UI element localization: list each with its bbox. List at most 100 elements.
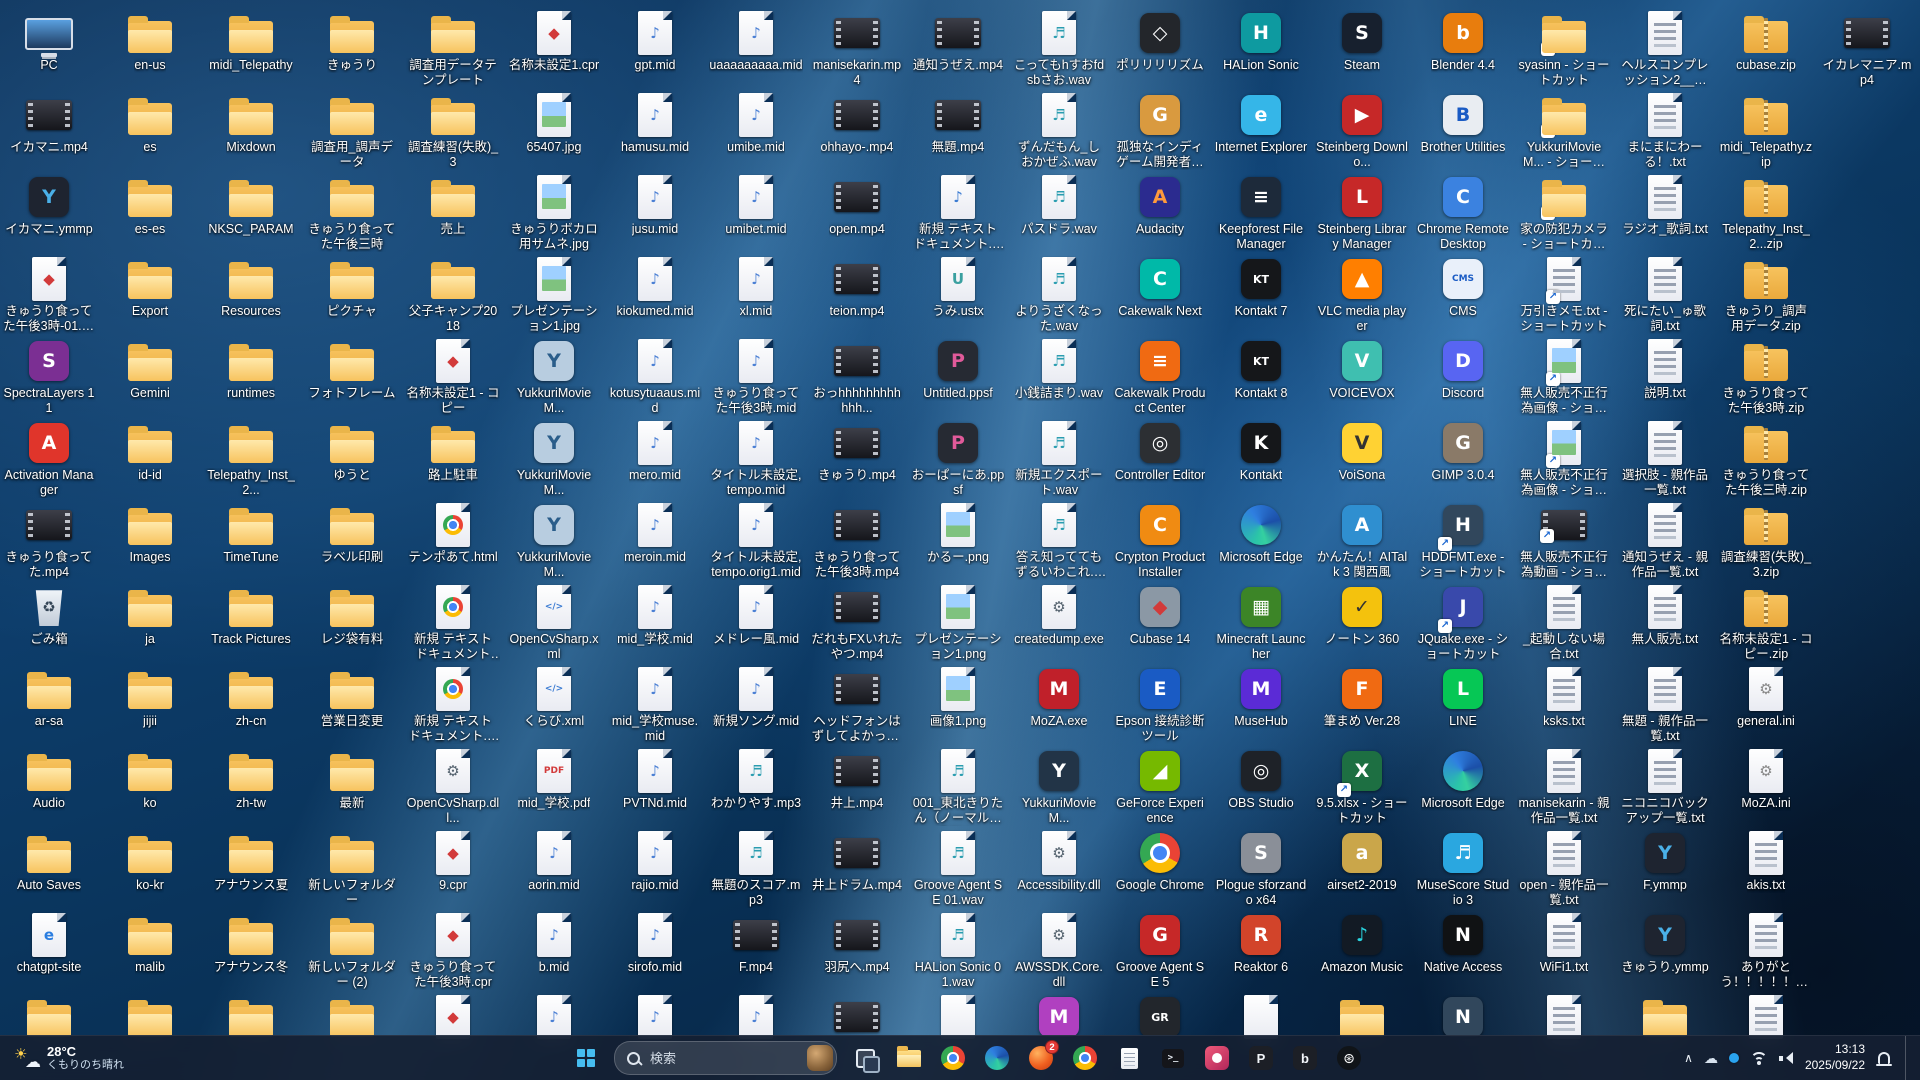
desktop-icon[interactable]: Telepathy_Inst_2...zip: [1719, 174, 1813, 256]
notification-bell-icon[interactable]: [1876, 1052, 1892, 1066]
desktop-icon[interactable]: イカマニ.mp4: [2, 92, 96, 174]
desktop-icon[interactable]: Mixdown: [204, 92, 298, 174]
desktop-icon[interactable]: 調査練習(失敗)_3.zip: [1719, 502, 1813, 584]
desktop-icon[interactable]: ♪ gpt.mid: [608, 10, 702, 92]
desktop-icon[interactable]: L LINE: [1416, 666, 1510, 748]
desktop-icon[interactable]: ◆ Cubase 14: [1113, 584, 1207, 666]
desktop-icon[interactable]: 死にたい_ゅ歌詞.txt: [1618, 256, 1712, 338]
desktop-icon[interactable]: _起動しない場合.txt: [1517, 584, 1611, 666]
desktop-icon[interactable]: akis.txt: [1719, 830, 1813, 912]
desktop-icon[interactable]: ♬ ずんだもん_しおかぜふ.wav: [1012, 92, 1106, 174]
desktop-icon[interactable]: 無題 - 親作品一覧.txt: [1618, 666, 1712, 748]
desktop-icon[interactable]: K Kontakt: [1214, 420, 1308, 502]
desktop-icon[interactable]: N Native Access: [1416, 912, 1510, 994]
desktop-icon[interactable]: きゅうり: [305, 10, 399, 92]
desktop-icon[interactable]: midi_Telepathy.zip: [1719, 92, 1813, 174]
desktop-icon[interactable]: ⚙ createdump.exe: [1012, 584, 1106, 666]
clock[interactable]: 13:13 2025/09/22: [1805, 1042, 1865, 1073]
desktop-icon[interactable]: PC: [2, 10, 96, 92]
desktop-icon[interactable]: まにまにわーる！.txt: [1618, 92, 1712, 174]
desktop-icon[interactable]: ◇ ポリリリリズム: [1113, 10, 1207, 92]
desktop-icon[interactable]: ▲ VLC media player: [1315, 256, 1409, 338]
desktop-icon[interactable]: H HALion Sonic: [1214, 10, 1308, 92]
taskbar-file-explorer-button[interactable]: [889, 1038, 929, 1078]
desktop-icon[interactable]: 調査練習(失敗)_3: [406, 92, 500, 174]
desktop-icon[interactable]: J ↗ JQuake.exe - ショートカット: [1416, 584, 1510, 666]
desktop-icon[interactable]: きゅうりボカロ用サムネ.jpg: [507, 174, 601, 256]
desktop-icon[interactable]: ▦ Minecraft Launcher: [1214, 584, 1308, 666]
onedrive-cloud-icon[interactable]: ☁: [1704, 1050, 1718, 1067]
desktop-icon[interactable]: かるー.png: [911, 502, 1005, 584]
desktop-icon[interactable]: P Untitled.ppsf: [911, 338, 1005, 420]
desktop-icon[interactable]: ♪ kiokumed.mid: [608, 256, 702, 338]
desktop-icon[interactable]: ♬ 無題のスコア.mp3: [709, 830, 803, 912]
desktop-icon[interactable]: ♬ MuseScore Studio 3: [1416, 830, 1510, 912]
desktop-icon[interactable]: Y YukkuriMovieM...: [507, 338, 601, 420]
desktop-icon[interactable]: ♪ aorin.mid: [507, 830, 601, 912]
desktop-icon[interactable]: open - 親作品一覧.txt: [1517, 830, 1611, 912]
desktop-icon[interactable]: Y YukkuriMovieM...: [1012, 748, 1106, 830]
desktop-icon[interactable]: ♪ umibet.mid: [709, 174, 803, 256]
desktop-icon[interactable]: ✓ ノートン 360: [1315, 584, 1409, 666]
search-highlight-image[interactable]: [807, 1045, 833, 1071]
desktop-icon[interactable]: 営業日変更: [305, 666, 399, 748]
desktop-icon[interactable]: cubase.zip: [1719, 10, 1813, 92]
desktop-icon[interactable]: manisekarin.mp4: [810, 10, 904, 92]
desktop-icon[interactable]: 羽尻へ.mp4: [810, 912, 904, 994]
desktop-icon[interactable]: ♪ 新規 テキスト ドキュメント.musicxml: [911, 174, 1005, 256]
desktop-icon[interactable]: B Brother Utilities: [1416, 92, 1510, 174]
desktop-icon[interactable]: Telepathy_Inst_2...: [204, 420, 298, 502]
desktop-icon[interactable]: ♪ xl.mid: [709, 256, 803, 338]
desktop-icon[interactable]: Y YukkuriMovieM...: [507, 502, 601, 584]
desktop-icon[interactable]: ↗無人販売不正行為画像 - ショートカット: [1517, 420, 1611, 502]
desktop-icon[interactable]: ♪ meroin.mid: [608, 502, 702, 584]
desktop-icon[interactable]: 調査用データテンプレート: [406, 10, 500, 92]
desktop-icon[interactable]: ♻ ごみ箱: [2, 584, 96, 666]
desktop-icon[interactable]: ♪ Amazon Music: [1315, 912, 1409, 994]
taskbar-terminal-button[interactable]: >_: [1153, 1038, 1193, 1078]
desktop-icon[interactable]: ♪ rajio.mid: [608, 830, 702, 912]
taskbar-app-p-button[interactable]: P: [1241, 1038, 1281, 1078]
desktop-icon[interactable]: ニコニコバックアップ一覧.txt: [1618, 748, 1712, 830]
desktop-icon[interactable]: G 孤独なインディゲーム開発者の一生...: [1113, 92, 1207, 174]
desktop-icon[interactable]: ♪ mero.mid: [608, 420, 702, 502]
desktop-icon[interactable]: ja: [103, 584, 197, 666]
desktop-icon[interactable]: Google Chrome: [1113, 830, 1207, 912]
desktop-icon[interactable]: ゆうと: [305, 420, 399, 502]
taskbar-chrome-button[interactable]: [933, 1038, 973, 1078]
desktop-icon[interactable]: 井上ドラム.mp4: [810, 830, 904, 912]
desktop-icon[interactable]: midi_Telepathy: [204, 10, 298, 92]
taskbar-chrome-profile-button[interactable]: [1065, 1038, 1105, 1078]
desktop-icon[interactable]: ♪ メドレー風.mid: [709, 584, 803, 666]
desktop-icon[interactable]: ◎ Controller Editor: [1113, 420, 1207, 502]
desktop-icon[interactable]: ◆ きゅうり食ってた午後3時.cpr: [406, 912, 500, 994]
desktop-icon[interactable]: es: [103, 92, 197, 174]
desktop-icon[interactable]: ♬ 答え知っててもずるいわこれ.wav: [1012, 502, 1106, 584]
desktop-icon[interactable]: Y YukkuriMovieM...: [507, 420, 601, 502]
desktop-icon[interactable]: X ↗ 9.5.xlsx - ショートカット: [1315, 748, 1409, 830]
desktop-icon[interactable]: 通知うぜえ - 親作品一覧.txt: [1618, 502, 1712, 584]
desktop-icon[interactable]: きゅうり食ってた午後3時.mp4: [810, 502, 904, 584]
desktop-icon[interactable]: ピクチャ: [305, 256, 399, 338]
desktop-icon[interactable]: S SpectraLayers 11: [2, 338, 96, 420]
desktop-icon[interactable]: きゅうり_調声用データ.zip: [1719, 256, 1813, 338]
desktop-icon[interactable]: KT Kontakt 8: [1214, 338, 1308, 420]
desktop-icon[interactable]: G GIMP 3.0.4: [1416, 420, 1510, 502]
desktop-icon[interactable]: フォトフレーム: [305, 338, 399, 420]
desktop-icon[interactable]: ♬ Groove Agent SE 01.wav: [911, 830, 1005, 912]
weather-widget[interactable]: ☀ ☁ 28°C くもりのち晴れ: [4, 1036, 134, 1080]
desktop-icon[interactable]: Y F.ymmp: [1618, 830, 1712, 912]
desktop-icon[interactable]: 65407.jpg: [507, 92, 601, 174]
desktop-icon[interactable]: Auto Saves: [2, 830, 96, 912]
desktop-icon[interactable]: ar-sa: [2, 666, 96, 748]
taskbar-task-view-button[interactable]: [845, 1038, 885, 1078]
desktop-icon[interactable]: S Steam: [1315, 10, 1409, 92]
desktop-icon[interactable]: 通知うぜえ.mp4: [911, 10, 1005, 92]
desktop-icon[interactable]: ♪ タイトル未設定, tempo.mid: [709, 420, 803, 502]
desktop-icon[interactable]: ↗ 家の防犯カメラ - ショートカット: [1517, 174, 1611, 256]
desktop-icon[interactable]: 新しいフォルダー (2): [305, 912, 399, 994]
desktop-icon[interactable]: a airset2-2019: [1315, 830, 1409, 912]
desktop-icon[interactable]: ヘルスコンプレッション2__歌詞.txt: [1618, 10, 1712, 92]
desktop-icon[interactable]: ありがとう！！！！！！.txt: [1719, 912, 1813, 994]
desktop-icon[interactable]: ◆ 名称未設定1 - コピー: [406, 338, 500, 420]
